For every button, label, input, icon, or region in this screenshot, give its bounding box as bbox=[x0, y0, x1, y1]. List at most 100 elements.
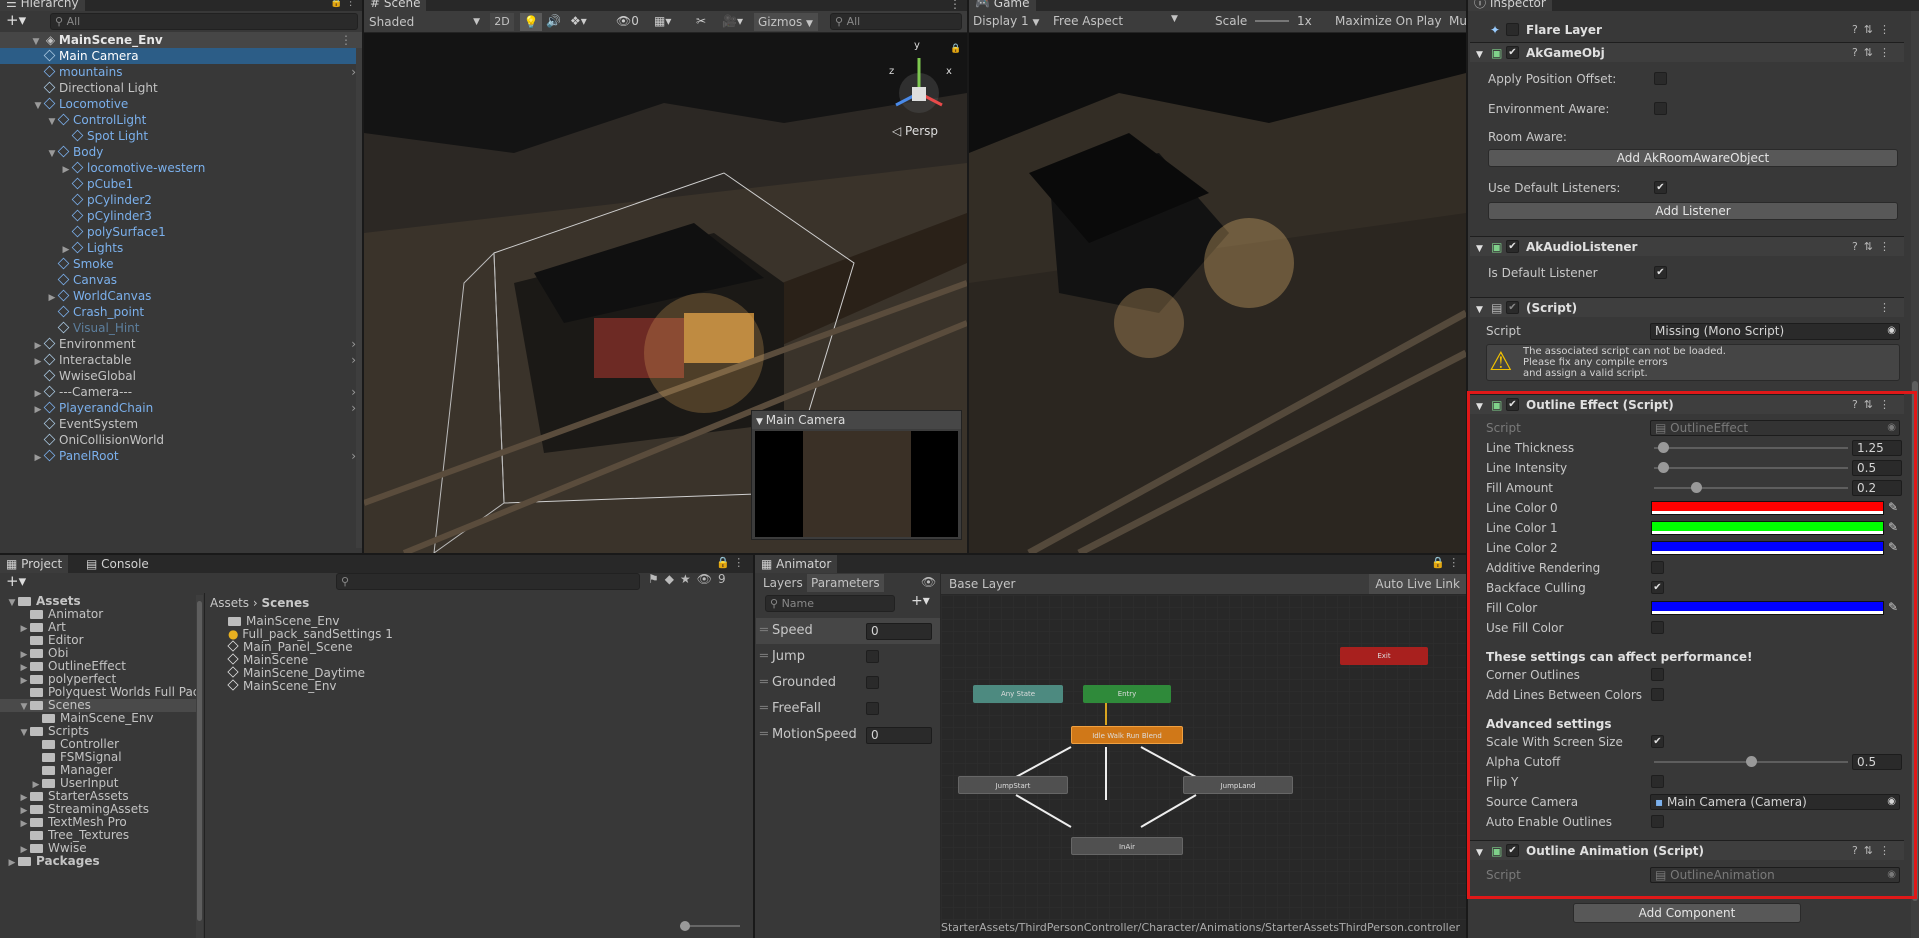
hierarchy-item[interactable]: WwiseGlobal bbox=[0, 368, 362, 384]
project-folder-item[interactable]: MainScene_Env bbox=[0, 712, 196, 725]
hierarchy-menu-icon[interactable]: 🔒 ⋮ bbox=[330, 0, 356, 8]
project-tree-scrollbar[interactable] bbox=[196, 595, 203, 938]
project-divider[interactable] bbox=[204, 593, 205, 938]
animator-parameter-row[interactable]: ═ Grounded bbox=[756, 670, 940, 696]
parameter-bool-checkbox[interactable] bbox=[866, 676, 879, 689]
eyedropper-icon[interactable]: ✎ bbox=[1888, 500, 1898, 514]
tab-console[interactable]: ▤ Console bbox=[80, 555, 155, 573]
hierarchy-item[interactable]: ▼ Locomotive bbox=[0, 96, 362, 112]
component-header-icons[interactable]: ?⇅⋮ bbox=[1852, 43, 1896, 63]
source-camera-field[interactable]: ▪ Main Camera (Camera) ◉ bbox=[1650, 794, 1900, 810]
slider-knob[interactable] bbox=[1657, 462, 1669, 473]
parameters-visibility-icon[interactable]: 👁 bbox=[921, 575, 936, 589]
hierarchy-item[interactable]: Smoke bbox=[0, 256, 362, 272]
breadcrumb-assets[interactable]: Assets bbox=[210, 596, 249, 610]
hierarchy-item[interactable]: ▶ Environment › bbox=[0, 336, 362, 352]
project-folder-item[interactable]: Editor bbox=[0, 634, 196, 647]
use-default-listeners-checkbox[interactable]: ✔ bbox=[1654, 181, 1667, 194]
drag-handle-icon[interactable]: ═ bbox=[760, 623, 772, 638]
project-folder-item[interactable]: Tree_Textures bbox=[0, 829, 196, 842]
hierarchy-item[interactable]: ▼ ControlLight bbox=[0, 112, 362, 128]
display-dropdown[interactable]: Display 1 ▼ bbox=[973, 14, 1039, 28]
camera-preview-header[interactable]: ▼ Main Camera bbox=[752, 411, 961, 429]
hierarchy-item[interactable]: Crash_point bbox=[0, 304, 362, 320]
node-any-state[interactable]: Any State bbox=[973, 685, 1063, 703]
add-room-aware-button[interactable]: Add AkRoomAwareObject bbox=[1488, 149, 1898, 167]
project-folder-item[interactable]: Polyquest Worlds Full Pac bbox=[0, 686, 199, 699]
tab-scene[interactable]: # Scene bbox=[364, 0, 427, 11]
akaudiolistener-header[interactable]: ▼ ▣ ✔ AkAudioListener ?⇅⋮ bbox=[1470, 236, 1904, 256]
akgameobj-header[interactable]: ▼ ▣ ✔ AkGameObj ?⇅⋮ bbox=[1470, 42, 1904, 62]
hierarchy-item[interactable]: ▶ Interactable › bbox=[0, 352, 362, 368]
slider-value-field[interactable]: 0.5 bbox=[1852, 460, 1902, 476]
tab-animator[interactable]: ▦ Animator bbox=[755, 555, 838, 573]
layers-tab[interactable]: Layers bbox=[763, 574, 803, 592]
mute-audio-button[interactable]: Mu bbox=[1449, 14, 1466, 28]
hierarchy-item[interactable]: Visual_Hint bbox=[0, 320, 362, 336]
hierarchy-item[interactable]: ▶ PlayerandChain › bbox=[0, 400, 362, 416]
expand-arrow-icon[interactable]: ▶ bbox=[32, 450, 44, 466]
inspector-scrollbar[interactable] bbox=[1911, 11, 1919, 938]
outline-effect-enabled-checkbox[interactable]: ✔ bbox=[1506, 398, 1519, 411]
outline-animation-header[interactable]: ▼ ▣ ✔ Outline Animation (Script) ?⇅⋮ bbox=[1470, 840, 1904, 860]
scrollbar-thumb[interactable] bbox=[1912, 381, 1918, 901]
slider-value-field[interactable]: 1.25 bbox=[1852, 440, 1902, 456]
hierarchy-item[interactable]: ▶ locomotive-western bbox=[0, 160, 362, 176]
hierarchy-item[interactable]: ▶ PanelRoot › bbox=[0, 448, 362, 464]
animator-parameter-row[interactable]: ═ Speed 0 bbox=[756, 618, 940, 644]
project-menu-icon[interactable]: 🔒 ⋮ bbox=[716, 556, 744, 569]
breadcrumb-scenes[interactable]: Scenes bbox=[262, 596, 310, 610]
hierarchy-item[interactable]: Main Camera bbox=[0, 48, 362, 64]
animator-menu-icon[interactable]: 🔒 ⋮ bbox=[1431, 556, 1459, 569]
expand-arrow-icon[interactable]: ▶ bbox=[6, 857, 18, 870]
animator-parameter-row[interactable]: ═ Jump bbox=[756, 644, 940, 670]
hierarchy-item[interactable]: mountains › bbox=[0, 64, 362, 80]
node-exit[interactable]: Exit bbox=[1340, 647, 1428, 665]
slider-knob[interactable] bbox=[1690, 482, 1702, 493]
scene-search-input[interactable]: ⚲ All bbox=[830, 13, 962, 30]
scene-root-row[interactable]: ▼ ◈ MainScene_Env ⋮ bbox=[0, 32, 362, 48]
scene-menu-icon[interactable]: ⋮ bbox=[949, 0, 961, 11]
hierarchy-item[interactable]: Spot Light bbox=[0, 128, 362, 144]
hierarchy-item[interactable]: pCylinder2 bbox=[0, 192, 362, 208]
auto-live-link-button[interactable]: Auto Live Link bbox=[1369, 574, 1466, 594]
slider-track[interactable] bbox=[1654, 756, 1848, 767]
hierarchy-item[interactable]: ▶ Lights bbox=[0, 240, 362, 256]
persp-toggle[interactable]: ◁ Persp bbox=[892, 124, 938, 138]
hierarchy-scrollbar[interactable] bbox=[356, 48, 362, 548]
node-jump-start[interactable]: JumpStart bbox=[958, 776, 1068, 794]
missing-script-header[interactable]: ▼ ▤ ✔ (Script) ⋮ bbox=[1470, 297, 1904, 317]
component-menu-icon[interactable]: ⋮ bbox=[1879, 298, 1896, 318]
checkbox[interactable] bbox=[1651, 561, 1664, 574]
parameter-bool-checkbox[interactable] bbox=[866, 702, 879, 715]
object-picker-icon[interactable]: ◉ bbox=[1887, 795, 1896, 809]
slider-track[interactable] bbox=[1654, 442, 1848, 453]
parameter-float-field[interactable]: 0 bbox=[866, 623, 932, 640]
checkbox[interactable] bbox=[1651, 621, 1664, 634]
parameter-float-field[interactable]: 0 bbox=[866, 727, 932, 744]
scene-visibility-icon[interactable]: 👁0 bbox=[616, 14, 639, 28]
drag-handle-icon[interactable]: ═ bbox=[760, 675, 772, 690]
color-swatch[interactable] bbox=[1651, 601, 1884, 615]
project-folder-item[interactable]: ▶ Art bbox=[0, 621, 196, 635]
color-swatch[interactable] bbox=[1651, 501, 1884, 515]
hierarchy-item[interactable]: Canvas bbox=[0, 272, 362, 288]
apply-position-offset-checkbox[interactable] bbox=[1654, 72, 1667, 85]
color-swatch[interactable] bbox=[1651, 521, 1884, 535]
tools-icon[interactable]: ✂ bbox=[696, 14, 706, 28]
component-header-icons[interactable]: ?⇅⋮ bbox=[1852, 237, 1896, 257]
eyedropper-icon[interactable]: ✎ bbox=[1888, 600, 1898, 614]
add-parameter-button[interactable]: +▾ bbox=[911, 593, 930, 609]
game-viewport[interactable] bbox=[969, 33, 1466, 553]
animator-parameter-row[interactable]: ═ FreeFall bbox=[756, 696, 940, 722]
missing-script-field[interactable]: Missing (Mono Script) ◉ bbox=[1650, 323, 1900, 340]
tab-game[interactable]: 🎮 Game bbox=[969, 0, 1036, 11]
hierarchy-item[interactable]: pCube1 bbox=[0, 176, 362, 192]
audio-toggle-icon[interactable]: 🔊 bbox=[546, 14, 561, 28]
add-component-button[interactable]: Add Component bbox=[1573, 903, 1801, 923]
akgameobj-enabled-checkbox[interactable]: ✔ bbox=[1506, 46, 1519, 59]
node-entry[interactable]: Entry bbox=[1083, 685, 1171, 703]
drag-handle-icon[interactable]: ═ bbox=[760, 701, 772, 716]
project-search-input[interactable]: ⚲ bbox=[336, 573, 640, 590]
scene-menu-icon[interactable]: ⋮ bbox=[340, 32, 352, 48]
